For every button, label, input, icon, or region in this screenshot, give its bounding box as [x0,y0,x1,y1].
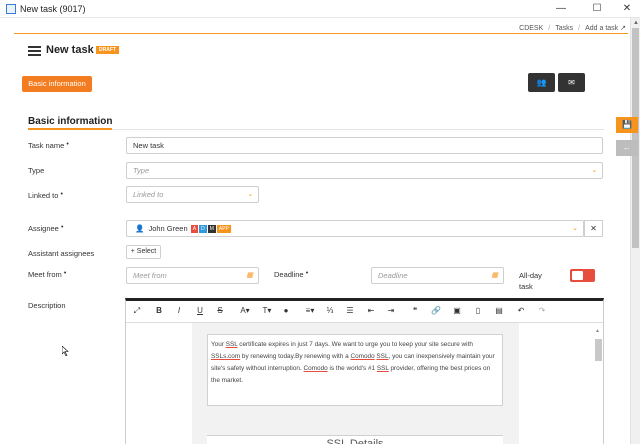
bold-icon[interactable]: B [152,306,166,315]
breadcrumb-separator: / [548,25,551,32]
fullscreen-icon[interactable]: ⤢ [130,306,144,316]
type-label: Type [28,166,45,175]
page-scrollbar[interactable]: ▲ [630,18,640,444]
assignee-select[interactable]: 👤 John Green A D M APP ⌄ [126,220,584,237]
save-icon: 💾 [622,120,632,129]
assignee-name: John Green [148,224,188,233]
scroll-up-icon[interactable]: ▲ [633,20,639,26]
align-icon[interactable]: ≡▾ [301,306,319,315]
external-link-icon: ↗ [620,25,626,32]
users-icon: 👥 [536,78,547,87]
assistant-assignees-label: Assistant assignees [28,249,95,258]
meet-from-label: Meet from • [28,270,67,279]
assignee-tag: M [207,225,216,234]
task-name-label: Task name • [28,141,69,150]
type-select[interactable]: Type ⌄ [126,162,603,179]
outdent-icon[interactable]: ⇤ [364,306,378,315]
minimize-button[interactable]: — [546,2,576,16]
close-button[interactable]: ✕ [612,2,640,16]
task-name-input[interactable]: New task [126,137,603,154]
breadcrumb-separator: / [578,25,581,32]
user-icon: 👤 [135,224,145,233]
table-icon[interactable]: ▤ [492,306,506,315]
assignee-tag: APP [216,225,231,234]
description-label: Description [28,301,66,310]
file-icon[interactable]: ▯ [471,306,485,315]
breadcrumb: CDESK / Tasks / Add a task ↗ [519,24,626,32]
chevron-down-icon: ⌄ [247,191,253,198]
font-family-icon[interactable]: A▾ [236,306,254,315]
back-arrow-icon: ← [623,143,631,152]
breadcrumb-add-task[interactable]: Add a task [585,25,618,32]
basic-information-button[interactable]: Basic information [22,76,92,92]
clear-assignee-button[interactable]: ✕ [584,220,603,237]
all-day-toggle[interactable] [570,269,595,282]
deadline-input[interactable]: Deadline ▦ [371,267,504,284]
image-icon[interactable]: ▣ [450,306,464,315]
editor-scrollbar-thumb[interactable] [595,339,602,361]
strikethrough-icon[interactable]: S [213,306,227,315]
section-title: Basic information [28,116,113,127]
maximize-button[interactable]: ☐ [582,2,612,16]
link-icon[interactable]: 🔗 [429,306,443,315]
editor-scroll-up-icon[interactable]: ▲ [595,328,600,334]
envelope-icon: ✉ [568,78,575,87]
meet-from-input[interactable]: Meet from ▦ [126,267,259,284]
save-side-button[interactable]: 💾 [616,117,638,133]
blockquote-icon[interactable]: ❝ [408,306,422,315]
assignee-tag: D [199,225,207,234]
header-divider [14,33,628,34]
underline-icon[interactable]: U [193,306,207,315]
app-icon [6,4,16,14]
ssl-details-heading: SSL Details [207,435,503,444]
mouse-cursor-icon [62,346,69,356]
breadcrumb-cdesk[interactable]: CDESK [519,25,543,32]
linked-to-select[interactable]: Linked to ⌄ [126,186,259,203]
draft-badge: DRAFT [96,46,119,54]
ordered-list-icon[interactable]: ⅓ [323,306,337,315]
linked-to-label: Linked to • [28,191,63,200]
close-icon: ✕ [590,224,597,233]
team-button[interactable]: 👥 [528,73,555,92]
indent-icon[interactable]: ⇥ [384,306,398,315]
redo-icon[interactable]: ↷ [535,306,549,315]
window-titlebar: New task (9017) — ☐ ✕ [0,0,640,18]
chevron-down-icon: ⌄ [572,225,578,232]
back-side-button[interactable]: ← [616,140,638,156]
breadcrumb-tasks[interactable]: Tasks [555,25,573,32]
email-preview-text[interactable]: Your SSL certificate expires in just 7 d… [207,334,503,406]
undo-icon[interactable]: ↶ [514,306,528,315]
calendar-icon[interactable]: ▦ [246,268,253,283]
unordered-list-icon[interactable]: ☰ [343,306,357,315]
section-underline [28,128,112,130]
editor-content-area[interactable]: Your SSL certificate expires in just 7 d… [126,323,603,444]
window-title: New task (9017) [20,4,86,14]
scrollbar-thumb[interactable] [632,28,639,248]
page-title: New task [46,44,94,56]
assignee-label: Assignee • [28,224,64,233]
all-day-label: All-day task [519,271,542,291]
chevron-down-icon: ⌄ [591,167,597,174]
calendar-icon[interactable]: ▦ [491,268,498,283]
task-list-icon [28,46,41,56]
assignee-tag: A [190,225,199,234]
text-color-icon[interactable]: ● [279,306,293,315]
select-assistants-button[interactable]: + Select [126,245,161,259]
mail-button[interactable]: ✉ [558,73,585,92]
section-divider [112,129,604,130]
editor-toolbar: ⤢ B I U S A▾ T▾ ● ≡▾ ⅓ ☰ ⇤ ⇥ ❝ 🔗 ▣ ▯ ▤ ↶… [126,301,603,323]
description-editor[interactable]: ⤢ B I U S A▾ T▾ ● ≡▾ ⅓ ☰ ⇤ ⇥ ❝ 🔗 ▣ ▯ ▤ ↶… [125,298,604,444]
toggle-knob [572,271,583,280]
italic-icon[interactable]: I [172,306,186,315]
font-size-icon[interactable]: T▾ [258,306,276,315]
deadline-label: Deadline • [274,270,309,279]
